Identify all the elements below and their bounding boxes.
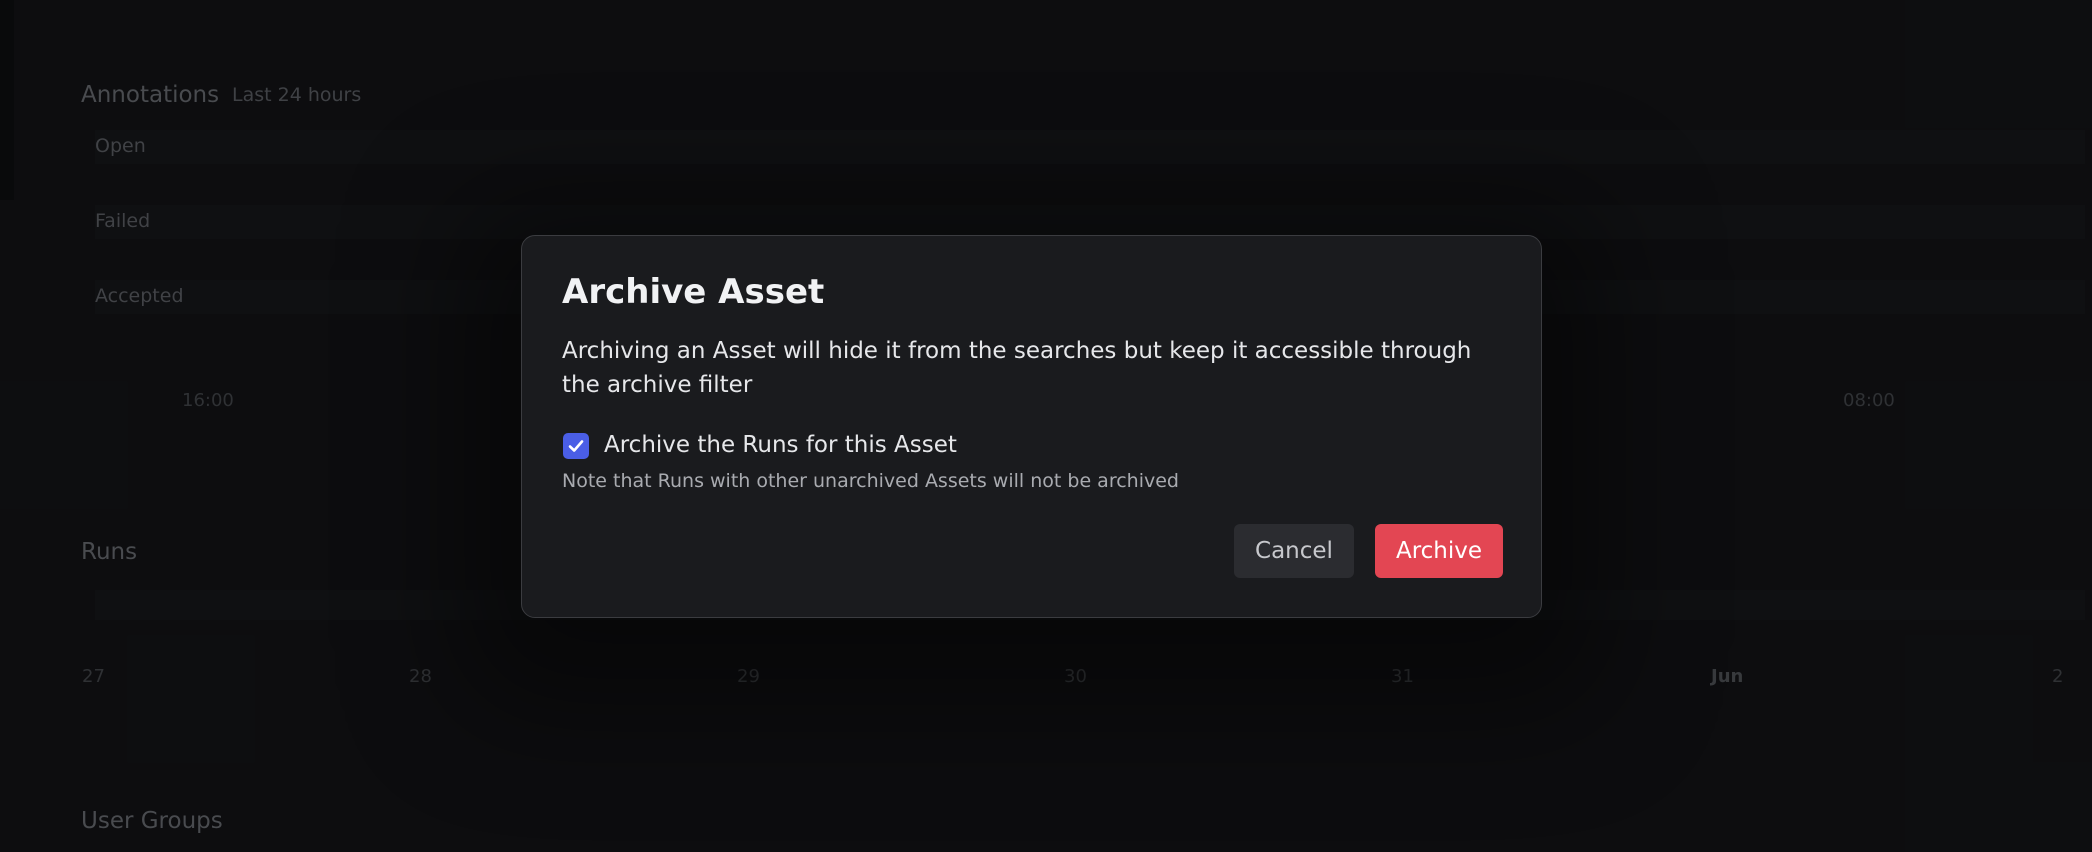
dialog-title: Archive Asset [562,272,825,312]
checkmark-icon [568,440,584,452]
archive-runs-checkbox[interactable] [563,433,589,459]
archive-runs-note: Note that Runs with other unarchived Ass… [562,470,1179,492]
page: Annotations Last 24 hours Open Failed Ac… [0,0,2092,852]
cancel-button[interactable]: Cancel [1234,524,1354,578]
archive-asset-dialog: Archive Asset Archiving an Asset will hi… [521,235,1542,618]
archive-runs-checkbox-label[interactable]: Archive the Runs for this Asset [604,432,957,458]
dialog-description: Archiving an Asset will hide it from the… [562,338,1472,398]
archive-button[interactable]: Archive [1375,524,1503,578]
